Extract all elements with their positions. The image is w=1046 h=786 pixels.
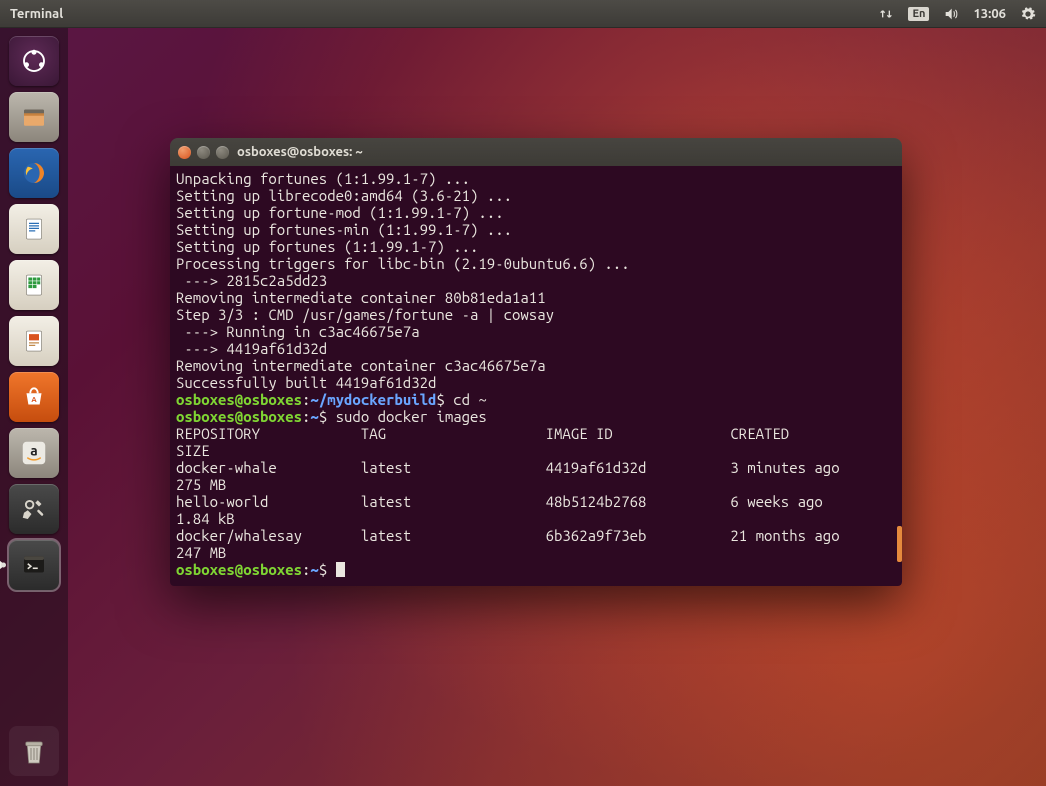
cursor xyxy=(336,562,345,577)
trash-button[interactable] xyxy=(9,726,59,776)
svg-text:a: a xyxy=(30,443,37,459)
launcher: A a xyxy=(0,28,68,786)
gear-icon[interactable] xyxy=(1020,6,1036,22)
sound-icon[interactable] xyxy=(943,6,959,22)
desktop: Terminal En 13:06 xyxy=(0,0,1046,786)
writer-button[interactable] xyxy=(9,204,59,254)
active-app-label[interactable]: Terminal xyxy=(0,7,63,21)
software-button[interactable]: A xyxy=(9,372,59,422)
language-indicator[interactable]: En xyxy=(908,7,929,21)
terminal-button[interactable] xyxy=(9,540,59,590)
files-button[interactable] xyxy=(9,92,59,142)
network-icon[interactable] xyxy=(878,6,894,22)
firefox-button[interactable] xyxy=(9,148,59,198)
window-title: osboxes@osboxes: ~ xyxy=(237,145,363,159)
dash-button[interactable] xyxy=(9,36,59,86)
settings-button[interactable] xyxy=(9,484,59,534)
terminal-body[interactable]: Unpacking fortunes (1:1.99.1-7) ... Sett… xyxy=(170,166,902,586)
svg-text:A: A xyxy=(31,396,37,404)
amazon-button[interactable]: a xyxy=(9,428,59,478)
scrollbar-thumb[interactable] xyxy=(897,526,902,562)
impress-button[interactable] xyxy=(9,316,59,366)
top-panel: Terminal En 13:06 xyxy=(0,0,1046,28)
window-titlebar[interactable]: osboxes@osboxes: ~ xyxy=(170,138,902,166)
system-tray: En 13:06 xyxy=(878,6,1046,22)
clock[interactable]: 13:06 xyxy=(973,7,1006,21)
maximize-icon[interactable] xyxy=(216,146,229,159)
terminal-window: osboxes@osboxes: ~ Unpacking fortunes (1… xyxy=(170,138,902,586)
minimize-icon[interactable] xyxy=(197,146,210,159)
close-icon[interactable] xyxy=(178,146,191,159)
calc-button[interactable] xyxy=(9,260,59,310)
